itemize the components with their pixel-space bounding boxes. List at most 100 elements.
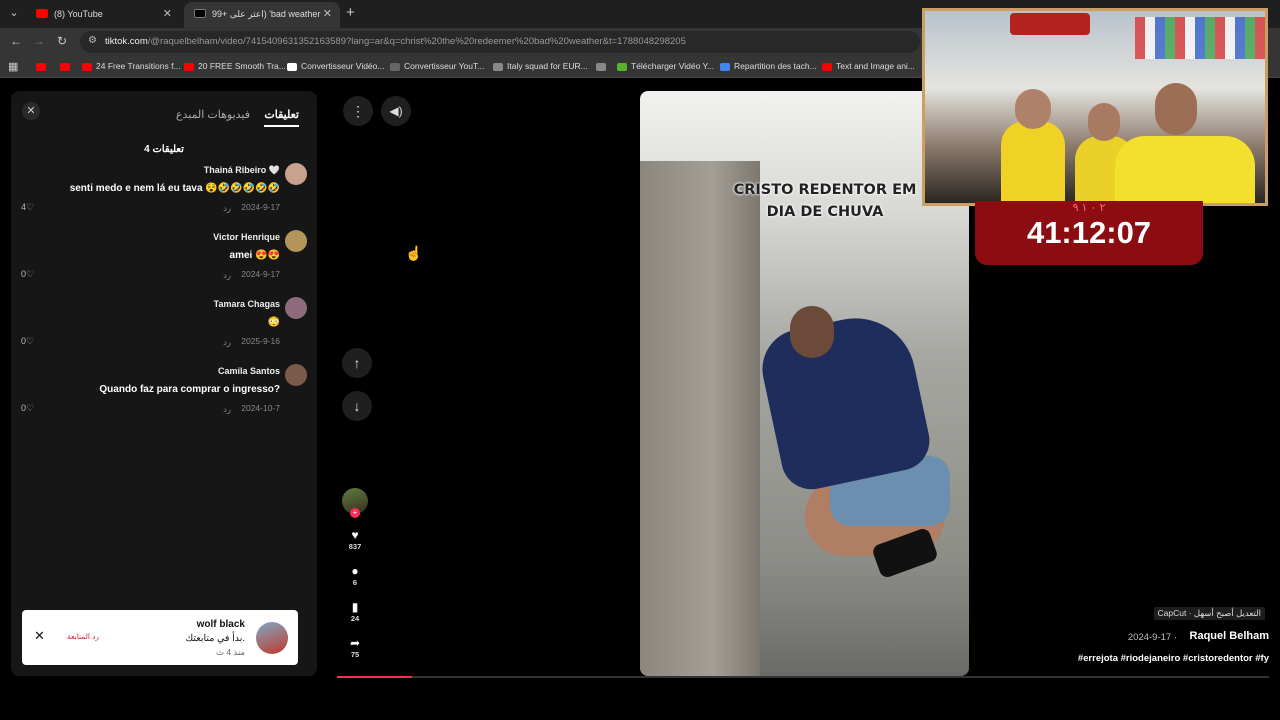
bookmark-item[interactable] — [596, 61, 610, 71]
bookmark-label: Convertisseur YouT... — [404, 61, 485, 71]
avatar[interactable] — [285, 297, 307, 319]
comment-date: 2024-9-17 — [241, 269, 280, 279]
bookmark-label: 20 FREE Smooth Tra... — [198, 61, 286, 71]
video-progress-bar[interactable] — [337, 676, 1269, 678]
reply-button[interactable]: رد — [223, 404, 231, 415]
share-count: 75 — [350, 650, 360, 659]
tab-tiktok[interactable]: اعثر على +99) 'bad weather ✕ — [184, 2, 340, 28]
save-button[interactable]: ▮ 24 — [340, 600, 370, 623]
follow-plus-icon[interactable]: + — [350, 508, 360, 518]
bookmark-label: Télécharger Vidéo Y... — [631, 61, 715, 71]
bookmark-item[interactable]: 20 FREE Smooth Tra... — [184, 61, 286, 71]
reply-button[interactable]: رد — [223, 270, 231, 281]
apps-grid-icon[interactable]: ▦ — [8, 60, 18, 73]
bookmark-item[interactable]: Télécharger Vidéo Y... — [617, 61, 714, 71]
tab-creator-videos[interactable]: فيديوهات المبدع — [176, 108, 250, 121]
bookmark-item[interactable]: 24 Free Transitions f... — [82, 61, 181, 71]
reply-button[interactable]: رد — [223, 203, 231, 214]
site-info-icon[interactable]: ⚙ — [88, 35, 97, 46]
youtube-icon — [36, 9, 48, 18]
follow-back-button[interactable]: رد المتابعة — [67, 632, 99, 641]
timer-value: 41:12:07 — [1026, 215, 1152, 250]
comment-item: Tamara Chagas 😳 2025-9-16 رد 0♡ — [11, 297, 317, 357]
video-player[interactable]: CRISTO REDENTOR EM DIA DE CHUVA — [640, 91, 969, 676]
comment-author[interactable]: Thainá Ribeiro 🤍 — [204, 165, 280, 176]
comment-date: 2024-10-7 — [241, 403, 280, 413]
bookmark-item[interactable] — [60, 61, 74, 71]
avatar[interactable] — [285, 364, 307, 386]
tiktok-icon — [194, 9, 206, 18]
like-count: 837 — [348, 542, 362, 551]
bookmark-item[interactable]: Convertisseur YouT... — [390, 61, 484, 71]
webcam-person — [1001, 121, 1065, 203]
close-icon[interactable]: ✕ — [22, 102, 40, 120]
bookmark-favicon-icon — [493, 62, 503, 71]
comment-date: 2025-9-16 — [241, 336, 280, 346]
comment-text: senti medo e nem lá eu tava 😵🤣🤣🤣🤣🤣 — [69, 183, 280, 194]
comment-author[interactable]: Victor Henrique — [213, 232, 280, 242]
tab-comments[interactable]: تعليقات — [264, 108, 299, 127]
comment-like-button[interactable]: 4♡ — [21, 202, 34, 213]
webcam-overlay — [922, 8, 1268, 206]
post-date: 2024-9-17 · — [1127, 632, 1177, 643]
countdown-timer: ٢ ٠ ١ ٩ 41:12:07 — [975, 201, 1203, 265]
bookmark-item[interactable]: Repartition des tach... — [720, 61, 817, 71]
video-figure — [790, 306, 834, 358]
comment-author[interactable]: Camila Santos — [218, 366, 280, 376]
webcam-person — [1015, 89, 1051, 129]
close-tab-icon[interactable]: ✕ — [323, 7, 332, 20]
comment-item: Thainá Ribeiro 🤍 senti medo e nem lá eu t… — [11, 163, 317, 223]
video-figure — [755, 307, 935, 495]
next-video-button[interactable]: ↓ — [342, 391, 372, 421]
bookmark-favicon-icon — [596, 62, 606, 71]
more-options-icon[interactable]: ⋮ — [343, 96, 373, 126]
heart-outline-icon: ♡ — [26, 336, 35, 346]
address-bar[interactable]: ⚙ tiktok.com/@raquelbelham/video/7415409… — [80, 31, 920, 53]
bookmark-item[interactable] — [36, 61, 50, 71]
video-progress-fill — [337, 676, 412, 678]
capcut-badge[interactable]: CapCut · التعديل أصبح أسهل — [1153, 607, 1265, 620]
bookmark-item[interactable]: Convertisseur Vidéo... — [287, 61, 384, 71]
avatar[interactable] — [285, 163, 307, 185]
bookmark-favicon-icon — [60, 62, 70, 71]
comment-count: 6 — [352, 578, 358, 587]
forward-icon[interactable]: → — [33, 34, 45, 48]
previous-video-button[interactable]: ↑ — [342, 348, 372, 378]
close-tab-icon[interactable]: ✕ — [163, 7, 172, 20]
comment-like-button[interactable]: 0♡ — [21, 269, 34, 280]
author-name[interactable]: Raquel Belham — [1190, 630, 1269, 642]
comment-button[interactable]: ● 6 — [340, 564, 370, 587]
comment-text: amei 😍😍 — [229, 250, 280, 261]
avatar[interactable] — [256, 622, 288, 654]
tab-search-chevron-icon[interactable]: ⌄ — [6, 5, 22, 21]
reply-button[interactable]: رد — [223, 337, 231, 348]
comment-like-button[interactable]: 0♡ — [21, 336, 34, 347]
volume-icon[interactable]: ◀) — [381, 96, 411, 126]
new-tab-icon[interactable]: + — [346, 4, 355, 21]
tab-youtube[interactable]: (8) YouTube ✕ — [26, 2, 180, 28]
comment-like-button[interactable]: 0♡ — [21, 403, 34, 414]
webcam-flags — [1135, 17, 1265, 59]
bookmark-favicon-icon — [36, 62, 46, 71]
notification-message: بدأ في متابعتك. — [185, 633, 245, 644]
avatar[interactable] — [285, 230, 307, 252]
bookmark-item[interactable]: Italy squad for EUR... — [493, 61, 588, 71]
comment-author[interactable]: Tamara Chagas — [214, 299, 280, 309]
close-icon[interactable]: ✕ — [34, 628, 45, 644]
tab-title: اعثر على +99) 'bad weather — [212, 9, 321, 19]
share-icon: ➦ — [349, 636, 361, 650]
share-button[interactable]: ➦ 75 — [340, 636, 370, 659]
bookmark-item[interactable]: Text and Image ani... — [822, 61, 915, 71]
heart-outline-icon: ♡ — [26, 403, 35, 413]
like-button[interactable]: ♥ 837 — [340, 528, 370, 551]
webcam-person — [1115, 136, 1255, 203]
back-icon[interactable]: ← — [10, 34, 22, 48]
url-text: tiktok.com/@raquelbelham/video/741540963… — [105, 36, 686, 47]
webcam-banner — [1010, 13, 1090, 35]
bookmark-label: 24 Free Transitions f... — [96, 61, 181, 71]
comment-text: Quando faz para comprar o ingresso? — [99, 384, 280, 395]
hashtags[interactable]: #errejota #riodejaneiro #cristoredentor … — [1078, 653, 1269, 664]
bookmark-label: Text and Image ani... — [836, 61, 915, 71]
reload-icon[interactable]: ↻ — [57, 34, 67, 48]
comment-item: Victor Henrique amei 😍😍 2024-9-17 رد 0♡ — [11, 230, 317, 290]
